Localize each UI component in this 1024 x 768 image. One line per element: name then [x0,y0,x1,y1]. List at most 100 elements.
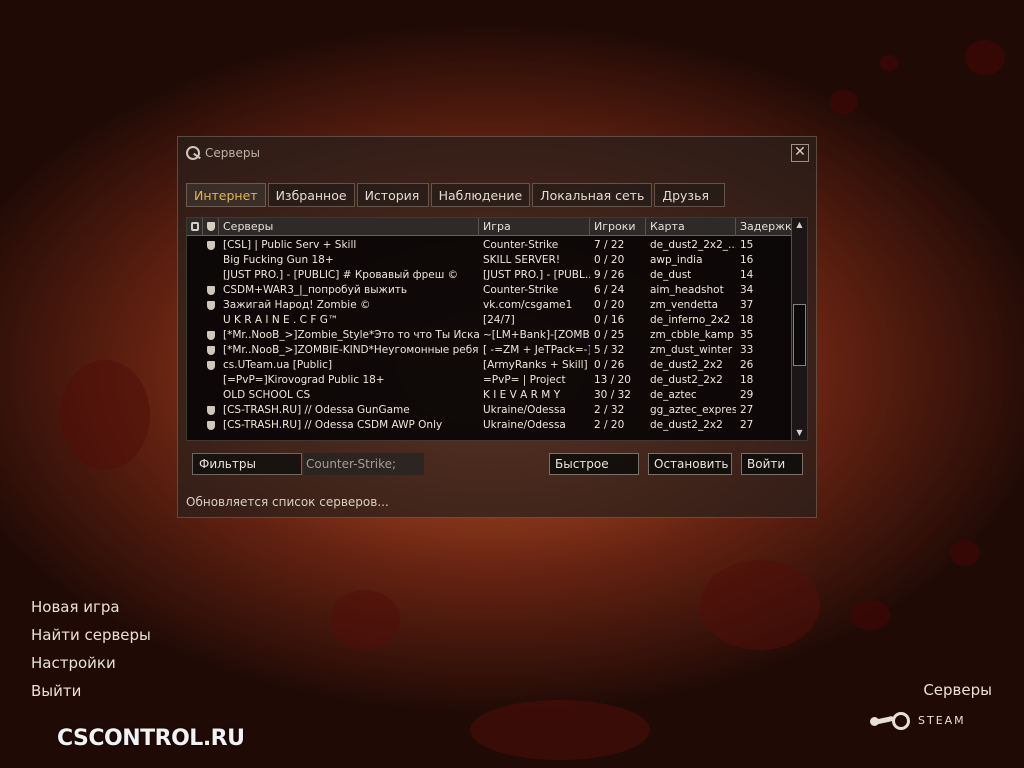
steam-logo-dot [870,717,879,726]
blood-splat [965,40,1005,75]
column-players[interactable]: Игроки [590,218,646,236]
server-map: de_aztec [650,389,697,401]
column-servers[interactable]: Серверы [219,218,479,236]
menu-quit[interactable]: Выйти [31,681,151,709]
server-list[interactable]: Серверы Игра Игроки Карта Задержка [CSL]… [186,217,808,441]
server-game: Ukraine/Odessa [483,419,566,431]
tab-internet[interactable]: Интернет [186,183,266,207]
blood-splat [950,540,980,566]
scroll-down-icon[interactable]: ▼ [792,426,807,440]
tab-favorites[interactable]: Избранное [267,183,355,207]
server-name: cs.UTeam.ua [Public] [223,359,333,371]
server-latency: 14 [740,269,754,281]
server-game: [JUST PRO.] - [PUBL... [483,269,590,281]
table-row[interactable]: [CS-TRASH.RU] // Odessa GunGame Ukraine/O… [187,403,792,418]
server-game: =PvP= | Project [483,374,566,386]
table-row[interactable]: [*Mr..NooB_>]ZOMBIE-KIND*Неугомонные реб… [187,343,792,358]
table-row[interactable]: [CS-TRASH.RU] // Odessa CSDM AWP Only Ukr… [187,418,792,433]
shield-icon [207,346,215,355]
table-row[interactable]: [CSL] | Public Serv + Skill Counter-Strik… [187,238,792,253]
server-map: zm_vendetta [650,299,719,311]
server-players: 0 / 20 [594,299,625,311]
blood-splat [830,90,858,114]
table-row[interactable]: cs.UTeam.ua [Public] [ArmyRanks + Skill] 0… [187,358,792,373]
server-latency: 18 [740,374,754,386]
steam-label: STEAM [918,714,966,727]
table-row[interactable]: Зажигай Народ! Zombie © vk.com/csgame1 0 /… [187,298,792,313]
server-players: 0 / 16 [594,314,625,326]
tab-history[interactable]: История [356,183,429,207]
servers-dialog: Серверы ✕ Интернет Избранное История Наб… [177,136,817,518]
column-map[interactable]: Карта [646,218,736,236]
table-row[interactable]: U K R A I N E . C F G™ [24/7] 0 / 16 de_inf… [187,313,792,328]
dialog-title: Серверы [205,146,260,160]
server-name: CSDM+WAR3_|_попробуй выжить [223,284,408,296]
server-players: 6 / 24 [594,284,625,296]
column-secure[interactable] [203,218,219,236]
column-game[interactable]: Игра [479,218,590,236]
menu-new-game[interactable]: Новая игра [31,597,151,625]
server-map: de_dust2_2x2 [650,374,723,386]
blood-splat [700,560,820,650]
menu-find-servers[interactable]: Найти серверы [31,625,151,653]
shield-icon [207,241,215,250]
shield-icon [207,222,215,231]
server-players: 7 / 22 [594,239,625,251]
dialog-titlebar[interactable]: Серверы ✕ [178,137,816,169]
server-players: 2 / 20 [594,419,625,431]
server-latency: 27 [740,404,754,416]
server-players: 30 / 32 [594,389,631,401]
blood-splat [850,600,890,630]
server-map: gg_aztec_express [650,404,736,416]
blood-splat [60,360,150,470]
server-game: Counter-Strike [483,284,559,296]
filters-button[interactable]: Фильтры [192,453,302,475]
menu-options[interactable]: Настройки [31,653,151,681]
tab-lan[interactable]: Локальная сеть [532,183,653,207]
server-map: de_dust2_2x2 [650,359,723,371]
blood-splat [880,55,898,71]
server-map: de_dust2_2x2_... [650,239,736,251]
server-list-header: Серверы Игра Игроки Карта Задержка [187,218,792,236]
blood-splat [330,590,400,650]
table-row[interactable]: [JUST PRO.] - [PUBLIC] # Кровавый фреш ©… [187,268,792,283]
column-password[interactable] [187,218,203,236]
server-name: [*Mr..NooB_>]ZOMBIE-KIND*Неугомонные реб… [223,344,479,356]
stop-button[interactable]: Остановить [648,453,732,475]
scrollbar-thumb[interactable] [793,304,806,366]
server-name: [CS-TRASH.RU] // Odessa CSDM AWP Only [223,419,443,431]
server-list-scrollbar[interactable]: ▲ ▼ [791,218,807,440]
scroll-up-icon[interactable]: ▲ [792,218,807,232]
server-name: U K R A I N E . C F G™ [223,314,339,326]
server-players: 13 / 20 [594,374,631,386]
table-row[interactable]: CSDM+WAR3_|_попробуй выжить Counter-Strik… [187,283,792,298]
connect-button[interactable]: Войти [741,453,803,475]
steam-logo-ring [892,712,910,730]
server-name: Зажигай Народ! Zombie © [223,299,371,311]
server-players: 0 / 20 [594,254,625,266]
blood-splat [470,700,650,760]
server-game: ~[LM+Bank]-[ZOMBI... [483,329,590,341]
server-name: [CSL] | Public Serv + Skill [223,239,357,251]
server-players: 0 / 25 [594,329,625,341]
server-latency: 33 [740,344,754,356]
table-row[interactable]: OLD SCHOOL CS K I E V A R M Y 30 / 32 de_az… [187,388,792,403]
table-row[interactable]: Big Fucking Gun 18+ SKILL SERVER! 0 / 20 aw… [187,253,792,268]
tab-spectate[interactable]: Наблюдение [430,183,531,207]
tab-friends[interactable]: Друзья [654,183,726,207]
server-latency: 26 [740,359,754,371]
table-row[interactable]: [=PvP=]Kirovograd Public 18+ =PvP= | Proj… [187,373,792,388]
server-name: [CS-TRASH.RU] // Odessa GunGame [223,404,410,416]
column-latency[interactable]: Задержка [736,218,792,236]
filter-bar: Фильтры Counter-Strike; Быстрое Останови… [192,453,804,475]
quick-refresh-button[interactable]: Быстрое [549,453,639,475]
status-text: Обновляется список серверов... [186,495,389,509]
server-latency: 16 [740,254,754,266]
lock-icon [191,222,199,231]
close-button[interactable]: ✕ [791,144,809,162]
site-logo: CSCONTROL.RU [57,726,245,751]
servers-link[interactable]: Серверы [923,681,992,699]
server-game: [ -=ZM + JeTPack=-] [483,344,590,356]
server-game: Ukraine/Odessa [483,404,566,416]
table-row[interactable]: [*Mr..NooB_>]Zombie_Style*Это то что Ты … [187,328,792,343]
